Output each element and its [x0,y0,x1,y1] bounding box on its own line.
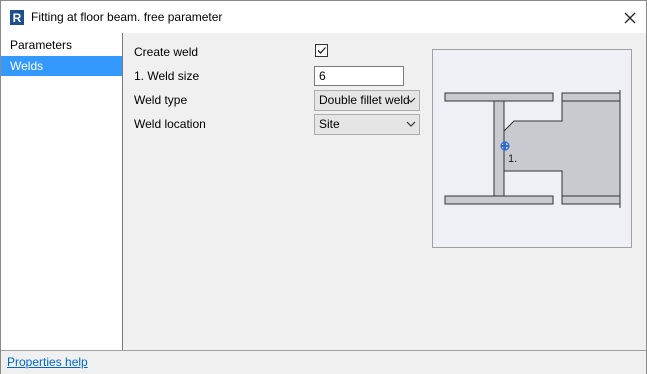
weld-type-label: Weld type [134,93,188,107]
beam-fitting-diagram: 1. [444,90,621,208]
chevron-down-icon [406,97,416,103]
create-weld-label: Create weld [134,45,199,59]
footer-bar: Properties help [1,350,646,374]
weld-size-field[interactable]: 6 [314,66,404,86]
weld-location-label: Weld location [134,117,206,131]
svg-text:R: R [13,11,22,25]
close-icon[interactable] [621,9,639,27]
chevron-down-icon [406,121,416,127]
weld-location-value: Site [319,117,340,131]
weld-type-select[interactable]: Double fillet weld [314,90,420,111]
weld-type-value: Double fillet weld [319,93,410,107]
weld-size-label: 1. Weld size [134,69,200,83]
properties-help-link[interactable]: Properties help [7,355,88,369]
weld-preview-image: 1. [432,49,632,248]
title-bar[interactable]: R Fitting at floor beam. free parameter [1,1,646,33]
weld-marker-icon [500,141,510,151]
create-weld-checkbox[interactable] [315,44,328,57]
revit-logo-icon: R [10,10,24,25]
sidebar: Parameters Welds [1,33,123,350]
properties-panel: Create weld 1. Weld size 6 Weld type Dou… [123,33,646,350]
dialog-window: R Fitting at floor beam. free parameter … [0,0,647,374]
weld-location-select[interactable]: Site [314,114,420,135]
window-title: Fitting at floor beam. free parameter [31,10,223,24]
checkmark-icon [317,47,326,54]
weld-marker-label: 1. [508,153,517,165]
sidebar-item-parameters[interactable]: Parameters [1,35,122,55]
sidebar-item-welds[interactable]: Welds [1,56,122,76]
